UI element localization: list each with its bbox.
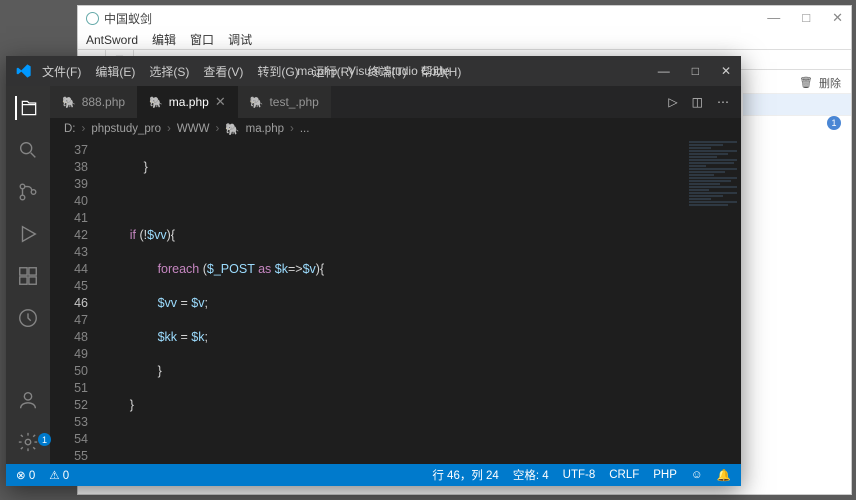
more-actions-icon[interactable]: ⋯ <box>717 95 729 109</box>
php-icon: 🐘 <box>225 122 239 136</box>
crumb[interactable]: D: <box>64 123 76 135</box>
trash-icon: 🗑 <box>799 76 813 89</box>
tab-label: test_.php <box>269 95 318 109</box>
settings-icon[interactable]: 1 <box>16 430 40 454</box>
split-editor-icon[interactable]: ◫ <box>692 95 703 109</box>
vscode-window: 文件(F) 编辑(E) 选择(S) 查看(V) 转到(G) 运行(R) 终端(T… <box>6 56 741 486</box>
menu-debug[interactable]: 调试 <box>228 31 252 48</box>
count-badge: 1 <box>827 116 841 130</box>
menu-antsword[interactable]: AntSword <box>86 33 138 47</box>
status-language[interactable]: PHP <box>653 469 677 481</box>
sidebar-selected-row[interactable]: 1 <box>743 94 851 116</box>
menu-go[interactable]: 转到(G) <box>257 63 298 80</box>
antsword-titlebar[interactable]: 中国蚁剑 — □ ✕ <box>78 6 851 30</box>
activity-bar: 1 <box>6 86 50 464</box>
delete-label: 删除 <box>819 75 841 91</box>
search-icon[interactable] <box>16 138 40 162</box>
status-eol[interactable]: CRLF <box>609 469 639 481</box>
antsword-title: 中国蚁剑 <box>104 10 152 27</box>
sidebar-delete[interactable]: 🗑 删除 <box>743 72 851 94</box>
tab-ma-php[interactable]: 🐘 ma.php ✕ <box>137 86 238 118</box>
menu-edit[interactable]: 编辑 <box>152 31 176 48</box>
antsword-sidebar: 🗑 删除 1 <box>743 72 851 116</box>
php-icon: 🐘 <box>62 96 76 109</box>
menu-view[interactable]: 查看(V) <box>203 63 243 80</box>
status-bar: ⊗ 0 ⚠ 0 行 46，列 24 空格: 4 UTF-8 CRLF PHP ☺… <box>6 464 741 486</box>
source-control-icon[interactable] <box>16 180 40 204</box>
tab-888-php[interactable]: 🐘 888.php <box>50 86 137 118</box>
window-title: ma.php - Visual Studio Code <box>297 64 450 78</box>
code-content[interactable]: } if (!$vv){ foreach ($_POST as $k=>$v){… <box>102 142 681 464</box>
tab-label: ma.php <box>169 95 209 109</box>
crumb[interactable]: ma.php <box>246 123 284 135</box>
tab-label: 888.php <box>82 95 125 109</box>
line-gutter: 3738394041424344454647484950515253545556… <box>50 140 102 464</box>
feedback-icon[interactable]: ☺ <box>691 469 703 481</box>
run-icon[interactable]: ▷ <box>668 95 677 109</box>
close-button[interactable]: ✕ <box>721 64 731 78</box>
explorer-icon[interactable] <box>15 96 39 120</box>
status-errors[interactable]: ⊗ 0 <box>16 468 35 482</box>
antsword-logo-icon <box>86 12 99 25</box>
minimap[interactable] <box>685 140 741 464</box>
status-cursor-pos[interactable]: 行 46，列 24 <box>432 467 498 483</box>
vscode-titlebar[interactable]: 文件(F) 编辑(E) 选择(S) 查看(V) 转到(G) 运行(R) 终端(T… <box>6 56 741 86</box>
menu-window[interactable]: 窗口 <box>190 31 214 48</box>
close-button[interactable]: ✕ <box>832 10 843 26</box>
status-warnings[interactable]: ⚠ 0 <box>49 468 69 482</box>
antsword-menubar: AntSword 编辑 窗口 调试 <box>78 30 851 50</box>
menu-selection[interactable]: 选择(S) <box>149 63 189 80</box>
run-debug-icon[interactable] <box>16 222 40 246</box>
maximize-button[interactable]: □ <box>802 10 810 26</box>
status-encoding[interactable]: UTF-8 <box>563 469 596 481</box>
accounts-icon[interactable] <box>16 388 40 412</box>
menu-file[interactable]: 文件(F) <box>42 63 81 80</box>
code-editor[interactable]: 3738394041424344454647484950515253545556… <box>50 140 741 464</box>
extensions-icon[interactable] <box>16 264 40 288</box>
breadcrumb[interactable]: D:› phpstudy_pro› WWW› 🐘 ma.php› ... <box>50 118 741 140</box>
crumb[interactable]: WWW <box>177 123 210 135</box>
editor-tabs: 🐘 888.php 🐘 ma.php ✕ 🐘 test_.php ▷ ◫ ⋯ <box>50 86 741 118</box>
testing-icon[interactable] <box>16 306 40 330</box>
crumb[interactable]: phpstudy_pro <box>91 123 161 135</box>
php-icon: 🐘 <box>149 96 163 109</box>
maximize-button[interactable]: □ <box>692 64 699 78</box>
notifications-icon[interactable]: 🔔 <box>717 468 731 482</box>
tab-test-php[interactable]: 🐘 test_.php <box>238 86 331 118</box>
minimize-button[interactable]: — <box>767 10 780 26</box>
menu-edit[interactable]: 编辑(E) <box>95 63 135 80</box>
minimize-button[interactable]: — <box>658 64 670 78</box>
vscode-logo-icon <box>16 63 32 79</box>
close-tab-icon[interactable]: ✕ <box>215 94 226 110</box>
php-icon: 🐘 <box>250 96 264 109</box>
crumb[interactable]: ... <box>300 123 310 135</box>
status-spaces[interactable]: 空格: 4 <box>513 467 549 483</box>
